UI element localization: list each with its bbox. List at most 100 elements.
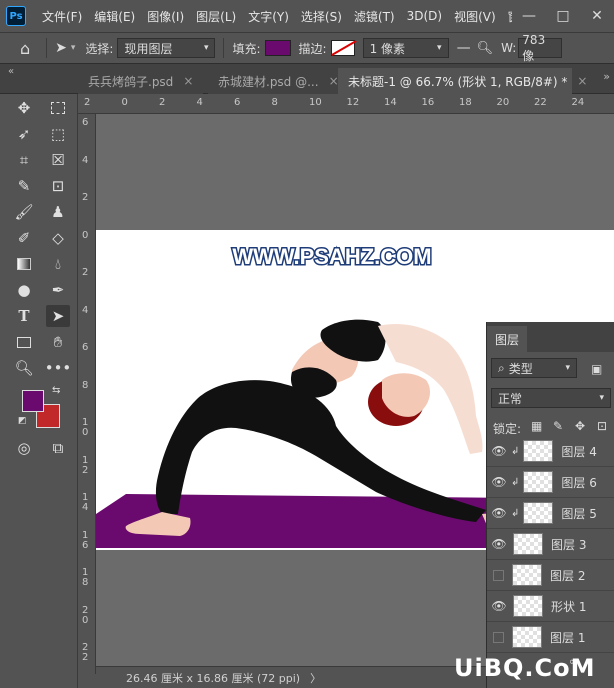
image-filter-icon[interactable]: ▣ [591, 362, 602, 376]
pen-tool-icon[interactable]: ✒ [46, 279, 70, 301]
layer-row[interactable]: 👁︎ 形状 1 [487, 591, 614, 622]
menu-edit[interactable]: 编辑(E) [88, 8, 141, 25]
layer-kind-filter[interactable]: ⌕ 类型 ▾ [491, 358, 577, 378]
layer-name: 图层 3 [551, 537, 587, 552]
tab-document-2[interactable]: 赤城建材.psd @... × [208, 68, 349, 94]
menu-image[interactable]: 图像(I) [141, 8, 190, 25]
eraser-tool-icon[interactable]: ◇ [46, 227, 70, 249]
heal-tool-icon[interactable]: ⊡ [46, 175, 70, 197]
more-tabs-icon[interactable]: » [603, 70, 610, 83]
layer-name: 图层 4 [561, 444, 597, 459]
visibility-eye-icon[interactable]: 👁︎ [487, 537, 511, 551]
menu-3d[interactable]: 3D(D) [401, 9, 448, 23]
fill-label: 填充: [232, 41, 261, 56]
ruler-tick-label: 14 [82, 492, 89, 513]
close-icon[interactable]: × [183, 74, 193, 88]
path-select-tool-icon[interactable]: ➤ [55, 40, 67, 56]
chevron-down-icon[interactable]: ▾ [71, 43, 76, 53]
visibility-toggle-box[interactable] [493, 631, 504, 643]
more-tools-icon[interactable]: ••• [45, 357, 72, 379]
layer-row[interactable]: 👁︎ ↲ 图层 6 [487, 467, 614, 498]
layer-thumbnail [523, 502, 554, 524]
vertical-ruler: 6 4 2 0 2 4 6 8 10 12 14 16 18 20 22 [78, 114, 96, 674]
ruler-tick-label: 8 [271, 97, 278, 108]
frame-tool-icon[interactable]: ☒ [46, 149, 70, 171]
type-tool-icon[interactable]: T [12, 305, 36, 327]
lock-paint-icon[interactable]: ✎ [553, 419, 563, 433]
path-selection-tool-icon[interactable]: ➤ [46, 305, 70, 327]
fill-color-swatch[interactable] [264, 40, 291, 56]
maximize-button[interactable]: □ [546, 8, 580, 24]
ruler-tick-label: 16 [82, 529, 89, 551]
menu-layer[interactable]: 图层(L) [190, 8, 242, 25]
visibility-eye-icon[interactable]: 👁︎ [487, 475, 511, 489]
visibility-eye-icon[interactable]: 👁︎ [487, 506, 511, 520]
layer-name: 图层 2 [550, 568, 586, 583]
stroke-color-swatch[interactable] [330, 40, 357, 56]
swap-colors-icon[interactable]: ⇆ [52, 385, 60, 396]
zoom-tool-icon[interactable]: 🔍︎ [12, 357, 36, 379]
close-icon[interactable]: × [577, 74, 587, 88]
minimize-button[interactable]: — [512, 8, 546, 24]
rectangle-tool-icon[interactable] [12, 331, 36, 353]
ruler-tick-label: 4 [82, 304, 89, 316]
status-menu-icon[interactable]: 〉 [310, 670, 321, 686]
menu-type[interactable]: 文字(Y) [242, 8, 295, 25]
search-icon[interactable]: 🔍︎ [477, 41, 494, 56]
quick-mask-icon[interactable]: ◎ [12, 437, 36, 459]
lock-transparent-icon[interactable]: ▦ [531, 419, 542, 433]
brush-tool-icon[interactable]: 🖌︎ [12, 201, 36, 223]
visibility-toggle-box[interactable] [493, 569, 504, 581]
stroke-type-line-icon[interactable]: — [457, 40, 471, 56]
layer-row[interactable]: 👁︎ ↲ 图层 5 [487, 498, 614, 529]
crop-tool-icon[interactable]: ⌗ [12, 149, 36, 171]
dodge-tool-icon[interactable]: ● [12, 279, 36, 301]
gradient-tool-icon[interactable] [12, 253, 36, 275]
select-dropdown[interactable]: 现用图层 ▾ [117, 38, 216, 58]
stroke-width-dropdown[interactable]: 1 像素 ▾ [362, 38, 449, 58]
ruler-tick-label: 2 [84, 97, 91, 108]
menu-view[interactable]: 视图(V) [448, 8, 502, 25]
ruler-tick-label: 22 [82, 642, 89, 663]
layer-row[interactable]: 图层 1 [487, 622, 614, 653]
tab-document-3-active[interactable]: 未标题-1 @ 66.7% (形状 1, RGB/8#) * × [338, 68, 587, 94]
chevron-down-icon: ▾ [565, 363, 570, 373]
tab-document-1[interactable]: 兵兵烤鸽子.psd × [78, 68, 204, 94]
layer-thumbnail [512, 626, 542, 648]
layer-thumbnail [513, 533, 543, 555]
visibility-eye-icon[interactable]: 👁︎ [487, 599, 511, 613]
blur-tool-icon[interactable]: 💧︎ [46, 253, 70, 275]
history-brush-tool-icon[interactable]: ✐ [12, 227, 36, 249]
clipping-arrow-icon: ↲ [511, 445, 520, 457]
object-select-tool-icon[interactable]: ⬚ [46, 123, 70, 145]
visibility-eye-icon[interactable]: 👁︎ [487, 444, 511, 458]
layer-name: 图层 5 [561, 506, 597, 521]
eyedropper-tool-icon[interactable]: ✎ [12, 175, 36, 197]
hand-tool-icon[interactable]: ✋︎ [46, 331, 70, 353]
screen-mode-icon[interactable]: ⧉ [46, 437, 70, 459]
lasso-tool-icon[interactable]: ➶ [12, 123, 36, 145]
marquee-tool-icon[interactable] [46, 97, 70, 119]
foreground-color-swatch[interactable] [22, 390, 44, 412]
layer-row[interactable]: 👁︎ ↲ 图层 4 [487, 436, 614, 467]
move-tool-icon[interactable]: ✥ [12, 97, 36, 119]
close-window-button[interactable]: ✕ [580, 8, 614, 24]
tab-layers[interactable]: 图层 [487, 326, 527, 352]
layer-row[interactable]: 👁︎ 图层 3 [487, 529, 614, 560]
home-icon[interactable]: ⌂ [20, 39, 30, 58]
collapse-panels-icon[interactable]: « [8, 66, 14, 77]
blend-mode-dropdown[interactable]: 正常 ▾ [491, 388, 611, 408]
ruler-tick-label: 6 [82, 117, 89, 128]
ruler-tick-label: 10 [309, 97, 322, 108]
ruler-tick-label: 2 [159, 97, 166, 108]
layer-row[interactable]: 图层 2 [487, 560, 614, 591]
menu-select[interactable]: 选择(S) [295, 8, 348, 25]
lock-position-icon[interactable]: ✥ [575, 419, 585, 433]
select-label: 选择: [85, 41, 114, 56]
artboard-lock-icon[interactable]: ⊡ [597, 419, 607, 433]
menu-filter[interactable]: 滤镜(T) [348, 8, 401, 25]
menu-file[interactable]: 文件(F) [36, 8, 88, 25]
stamp-tool-icon[interactable]: ♟ [46, 201, 70, 223]
width-input[interactable]: 783 像 [518, 33, 563, 63]
default-colors-icon[interactable]: ◩ [18, 416, 27, 426]
